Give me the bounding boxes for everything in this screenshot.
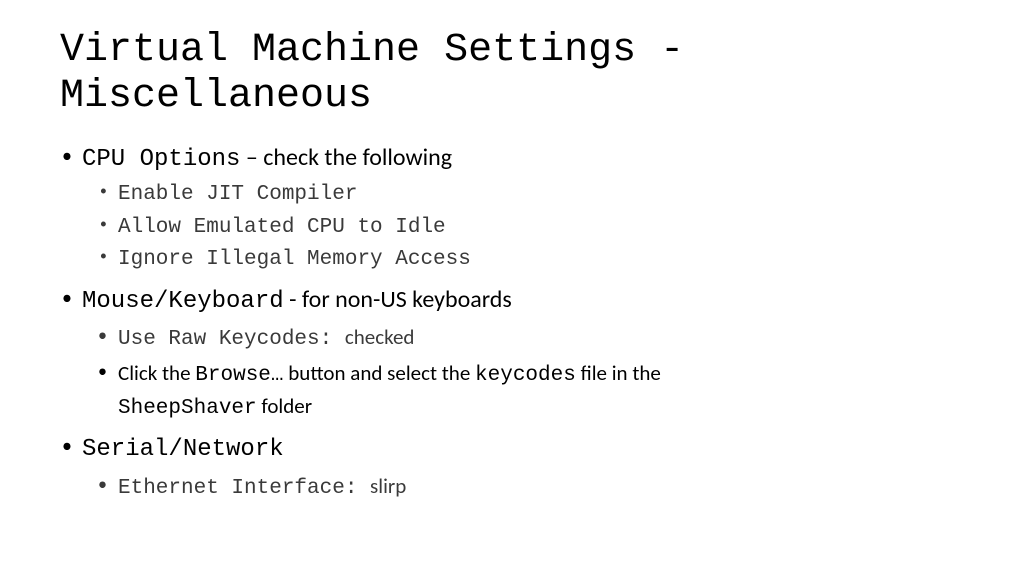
browse-post: folder: [257, 393, 312, 419]
mousekb-raw: Use Raw Keycodes: checked: [118, 322, 964, 355]
sheepshaver-folder: SheepShaver: [118, 397, 257, 420]
mousekb-heading-mono: Mouse/Keyboard: [82, 288, 284, 315]
cpu-item-idle: Allow Emulated CPU to Idle: [118, 213, 964, 243]
keycodes-file: keycodes: [475, 364, 576, 387]
browse-mid2: file in the: [576, 360, 661, 386]
raw-keycodes-label: Use Raw Keycodes:: [118, 328, 345, 351]
cpu-item-ignore: Ignore Illegal Memory Access: [118, 245, 964, 275]
browse-pre: Click the: [118, 360, 195, 386]
cpu-heading-mono: CPU Options: [82, 146, 240, 173]
cpu-heading-rest: – check the following: [240, 143, 452, 172]
section-cpu: CPU Options – check the following Enable…: [82, 142, 964, 276]
mousekb-browse: Click the Browse… button and select the …: [118, 358, 964, 425]
ethernet-label: Ethernet Interface:: [118, 477, 370, 500]
browse-button-label: Browse…: [195, 364, 283, 387]
mousekb-heading-rest: - for non-US keyboards: [284, 285, 512, 314]
section-serial-network: Serial/Network Ethernet Interface: slirp: [82, 432, 964, 504]
serial-ethernet: Ethernet Interface: slirp: [118, 471, 964, 504]
serial-heading-mono: Serial/Network: [82, 436, 284, 463]
ethernet-value: slirp: [370, 473, 406, 499]
page-title: Virtual Machine Settings - Miscellaneous: [60, 28, 964, 120]
cpu-item-jit: Enable JIT Compiler: [118, 180, 964, 210]
browse-mid: button and select the: [284, 360, 476, 386]
raw-keycodes-value: checked: [345, 324, 415, 350]
section-mouse-keyboard: Mouse/Keyboard - for non-US keyboards Us…: [82, 284, 964, 425]
